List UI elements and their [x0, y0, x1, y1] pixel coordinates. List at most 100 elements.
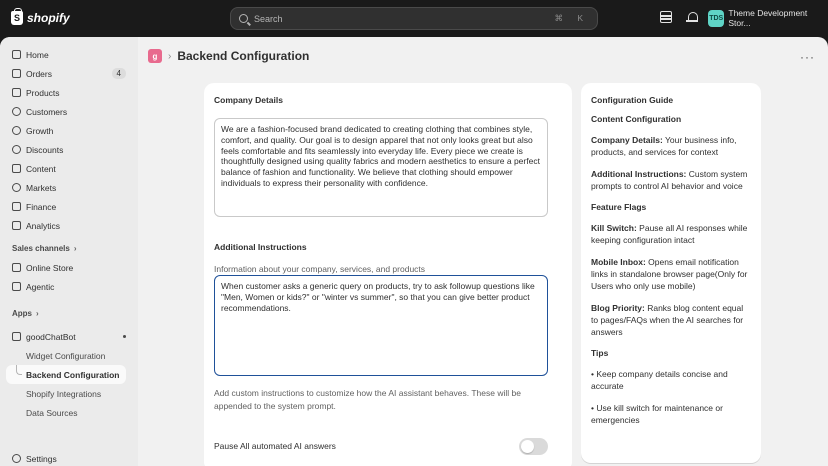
additional-instructions-help: Add custom instructions to customize how…: [214, 388, 521, 411]
discount-icon: [12, 145, 21, 154]
company-details-textarea[interactable]: We are a fashion-focused brand dedicated…: [214, 118, 548, 217]
sidebar-sub-data-sources[interactable]: Data Sources: [6, 403, 126, 422]
page-header: g › Backend Configuration: [148, 49, 309, 63]
tag-icon: [12, 88, 21, 97]
shopify-logo[interactable]: S shopify: [11, 8, 70, 25]
sidebar-item-label: Content: [26, 163, 56, 174]
tree-connector: [16, 365, 22, 375]
configuration-guide-card: Configuration Guide Content Configuratio…: [581, 83, 761, 463]
sidebar-item-label: Growth: [26, 125, 54, 136]
tips-heading: Tips: [591, 348, 609, 358]
home-icon: [12, 50, 21, 59]
sidebar-item-finance[interactable]: Finance: [6, 197, 132, 216]
sidebar-item-label: Markets: [26, 182, 57, 193]
sidebar-item-label: Shopify Integrations: [26, 388, 102, 399]
company-details-label: Company Details: [214, 95, 283, 105]
guide-term: Company Details:: [591, 135, 663, 145]
sidebar-item-label: Discounts: [26, 144, 64, 155]
page-title: Backend Configuration: [177, 49, 310, 63]
sidebar-item-products[interactable]: Products: [6, 83, 132, 102]
tip-item: • Use kill switch for maintenance or eme…: [591, 403, 723, 425]
configuration-form-card: Company Details We are a fashion-focused…: [204, 83, 572, 466]
sidebar-item-label: goodChatBot: [26, 331, 76, 342]
sidebar-item-label: Data Sources: [26, 407, 78, 418]
apps-heading[interactable]: Apps ›: [6, 304, 132, 323]
sidebar-item-label: Orders: [26, 68, 52, 79]
store-avatar: TDS: [708, 9, 725, 27]
search-shortcut: ⌘ K: [554, 13, 589, 23]
store-name: Theme Development Stor...: [728, 8, 808, 28]
person-icon: [12, 107, 21, 116]
chart-icon: [12, 221, 21, 230]
sidebar-item-label: Analytics: [26, 220, 61, 231]
app-logo-icon[interactable]: g: [148, 49, 162, 63]
breadcrumb-separator: ›: [168, 50, 172, 62]
guide-term: Mobile Inbox:: [591, 257, 646, 267]
sidebar-item-label: Home: [26, 49, 49, 60]
store-switcher[interactable]: TDS Theme Development Stor...: [708, 8, 828, 28]
bank-icon: [12, 202, 21, 211]
sidebar-item-goodchatbot[interactable]: goodChatBot: [6, 327, 132, 346]
sidebar-sub-shopify-integrations[interactable]: Shopify Integrations: [6, 384, 126, 403]
sidebar-sub-backend-configuration[interactable]: Backend Configuration: [6, 365, 126, 384]
app-menu-dot[interactable]: [123, 335, 126, 338]
sidebar-item-label: Widget Configuration: [26, 350, 106, 361]
guide-item-kill-switch: Kill Switch: Pause all AI responses whil…: [591, 222, 751, 246]
guide-term: Kill Switch:: [591, 223, 637, 233]
top-bar: S shopify ⌘ K TDS Theme Development Stor…: [0, 0, 828, 37]
sidebar-item-customers[interactable]: Customers: [6, 102, 132, 121]
chevron-right-icon: ›: [73, 244, 77, 253]
store-icon: [12, 263, 21, 272]
sidebar-item-orders[interactable]: Orders 4: [6, 64, 132, 83]
shopify-bag-icon: S: [11, 8, 23, 25]
sidebar-item-home[interactable]: Home: [6, 45, 132, 64]
bell-icon[interactable]: [686, 11, 698, 23]
tip-item: • Keep company details concise and accur…: [591, 369, 728, 391]
database-icon[interactable]: [660, 11, 672, 23]
chevron-right-icon: ›: [36, 309, 39, 318]
sidebar-item-label: Finance: [26, 201, 57, 212]
toggle-knob: [521, 439, 534, 453]
orders-count-badge: 4: [111, 68, 126, 79]
section-label: Sales channels: [12, 244, 70, 253]
feature-flags-heading: Feature Flags: [591, 202, 647, 212]
guide-item-company-details: Company Details: Your business info, pro…: [591, 134, 751, 158]
sidebar-item-label: Settings: [26, 453, 57, 464]
guide-title: Configuration Guide: [591, 95, 674, 105]
additional-instructions-label: Additional Instructions: [214, 242, 307, 252]
guide-term: Additional Instructions:: [591, 169, 687, 179]
sidebar-item-settings[interactable]: Settings: [6, 449, 57, 466]
guide-item-additional-instructions: Additional Instructions: Custom system p…: [591, 168, 751, 192]
sidebar-item-label: Products: [26, 87, 60, 98]
content-icon: [12, 164, 21, 173]
gear-icon: [12, 454, 21, 463]
main-frame: Home Orders 4 Products Customers Growth D…: [0, 37, 828, 466]
guide-item-mobile-inbox: Mobile Inbox: Opens email notification l…: [591, 256, 751, 292]
growth-icon: [12, 126, 21, 135]
more-actions-button[interactable]: ···: [800, 50, 815, 64]
sidebar-item-online-store[interactable]: Online Store: [6, 258, 132, 277]
sidebar-item-agentic[interactable]: Agentic: [6, 277, 132, 296]
top-icons: [660, 11, 698, 23]
search-icon: [239, 14, 248, 23]
sidebar-item-growth[interactable]: Growth: [6, 121, 132, 140]
sales-channels-heading[interactable]: Sales channels ›: [6, 239, 132, 258]
pause-ai-row: Pause All automated AI answers: [214, 436, 548, 456]
pause-ai-label: Pause All automated AI answers: [214, 441, 336, 451]
brand-name: shopify: [27, 11, 70, 25]
app-icon: [12, 332, 21, 341]
agentic-icon: [12, 282, 21, 291]
pause-ai-toggle[interactable]: [519, 437, 548, 455]
section-label: Apps: [12, 309, 32, 318]
sidebar-item-analytics[interactable]: Analytics: [6, 216, 132, 235]
guide-item-blog-priority: Blog Priority: Ranks blog content equal …: [591, 302, 751, 338]
sidebar-sub-widget-configuration[interactable]: Widget Configuration: [6, 346, 126, 365]
sidebar-item-markets[interactable]: Markets: [6, 178, 132, 197]
sidebar-item-discounts[interactable]: Discounts: [6, 140, 132, 159]
sidebar-item-label: Backend Configuration: [26, 369, 120, 380]
additional-instructions-textarea[interactable]: When customer asks a generic query on pr…: [214, 275, 548, 376]
search-bar[interactable]: ⌘ K: [230, 7, 598, 30]
sidebar-item-label: Online Store: [26, 262, 74, 273]
sidebar-item-content[interactable]: Content: [6, 159, 132, 178]
search-input[interactable]: [254, 13, 555, 24]
